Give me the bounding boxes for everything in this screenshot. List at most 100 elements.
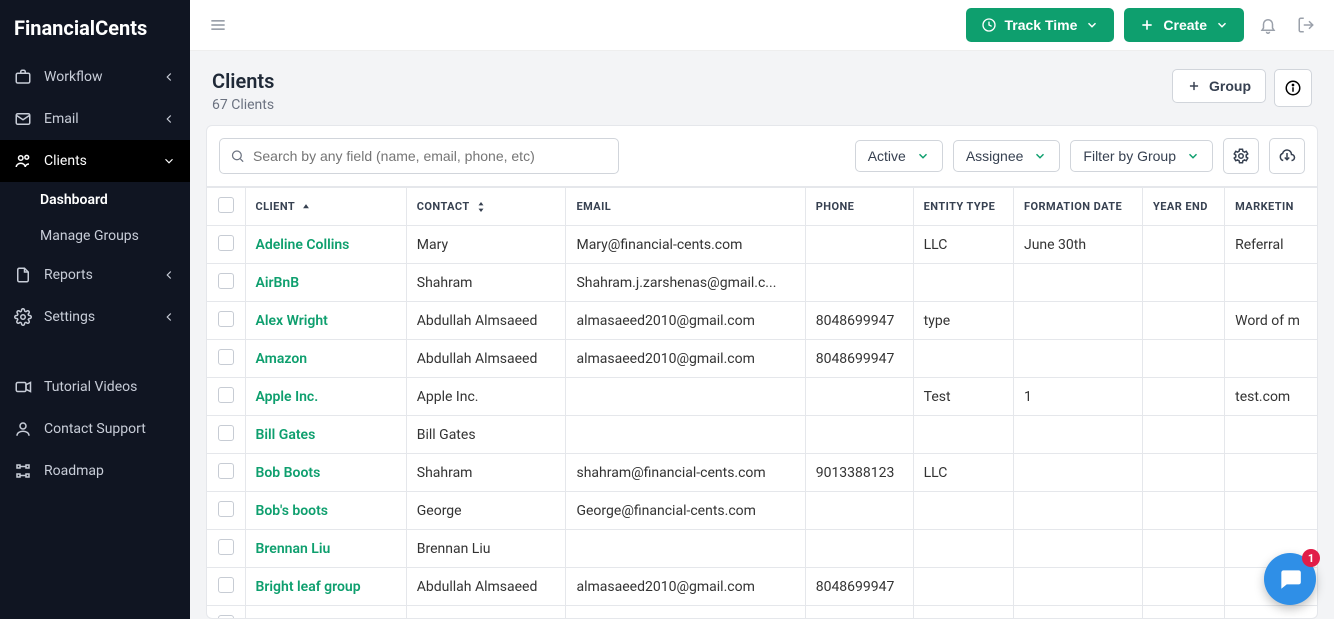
cell-entity-type — [913, 416, 1013, 454]
table-row: Brennan LiuBrennan Liu — [207, 530, 1317, 568]
th-year-end[interactable]: YEAR END — [1143, 188, 1225, 226]
sidebar-item-contact-support[interactable]: Contact Support — [0, 408, 190, 450]
search-icon — [230, 148, 245, 164]
filter-label: Filter by Group — [1083, 148, 1176, 164]
row-checkbox[interactable] — [218, 235, 234, 251]
columns-settings-button[interactable] — [1223, 138, 1259, 174]
client-link[interactable]: Apple Inc. — [256, 389, 319, 405]
cell-entity-type — [913, 568, 1013, 606]
client-link[interactable]: Amazon — [256, 351, 308, 367]
row-checkbox[interactable] — [218, 615, 234, 618]
cell-formation-date: 1 — [1013, 378, 1142, 416]
row-checkbox[interactable] — [218, 425, 234, 441]
table-row: Campbell Daily work Campbell Daily work — [207, 606, 1317, 618]
table-row: Bob BootsShahramshahram@financial-cents.… — [207, 454, 1317, 492]
sidebar-item-workflow[interactable]: Workflow — [0, 56, 190, 98]
client-link[interactable]: Brennan Liu — [256, 541, 331, 557]
th-entity-type[interactable]: ENTITY TYPE — [913, 188, 1013, 226]
th-phone[interactable]: PHONE — [805, 188, 913, 226]
sidebar-item-label: Email — [44, 111, 150, 127]
sidebar-item-roadmap[interactable]: Roadmap — [0, 450, 190, 492]
select-all-checkbox[interactable] — [218, 197, 234, 213]
sidebar-item-reports[interactable]: Reports — [0, 254, 190, 296]
sidebar-item-tutorial-videos[interactable]: Tutorial Videos — [0, 366, 190, 408]
chevron-left-icon — [162, 310, 176, 324]
status-filter[interactable]: Active — [855, 140, 943, 172]
cell-marketing — [1225, 416, 1317, 454]
row-checkbox[interactable] — [218, 311, 234, 327]
sidebar-subitem-dashboard[interactable]: Dashboard — [0, 182, 190, 218]
search-box[interactable] — [219, 138, 619, 174]
row-checkbox[interactable] — [218, 387, 234, 403]
cell-entity-type: type — [913, 302, 1013, 340]
search-input[interactable] — [253, 148, 608, 164]
row-checkbox[interactable] — [218, 501, 234, 517]
cell-year-end — [1143, 454, 1225, 492]
group-filter[interactable]: Filter by Group — [1070, 140, 1213, 172]
cell-contact: George — [406, 492, 566, 530]
cell-contact: Campbell Daily work — [406, 606, 566, 618]
sidebar-item-email[interactable]: Email — [0, 98, 190, 140]
chevron-down-icon — [162, 154, 176, 168]
client-link[interactable]: Bright leaf group — [256, 579, 361, 595]
cell-contact: Mary — [406, 226, 566, 264]
client-link[interactable]: AirBnB — [256, 275, 300, 291]
th-email[interactable]: EMAIL — [566, 188, 805, 226]
logout-button[interactable] — [1292, 11, 1320, 39]
cell-entity-type — [913, 606, 1013, 618]
client-link[interactable]: Alex Wright — [256, 313, 328, 329]
row-checkbox[interactable] — [218, 273, 234, 289]
sidebar-item-settings[interactable]: Settings — [0, 296, 190, 338]
chevron-down-icon — [1033, 149, 1047, 163]
cell-formation-date — [1013, 492, 1142, 530]
client-link[interactable]: Bill Gates — [256, 427, 316, 443]
cell-email: almasaeed2010@gmail.com — [566, 568, 805, 606]
row-checkbox[interactable] — [218, 577, 234, 593]
notifications-button[interactable] — [1254, 11, 1282, 39]
chat-widget[interactable]: 1 — [1264, 553, 1316, 605]
cell-marketing — [1225, 492, 1317, 530]
sidebar-item-clients[interactable]: Clients — [0, 140, 190, 182]
info-button[interactable] — [1274, 69, 1312, 107]
cell-email — [566, 606, 805, 618]
row-checkbox[interactable] — [218, 539, 234, 555]
chevron-left-icon — [162, 70, 176, 84]
row-checkbox[interactable] — [218, 349, 234, 365]
hamburger-button[interactable] — [204, 11, 232, 39]
client-link[interactable]: Adeline Collins — [256, 237, 350, 253]
th-formation-date[interactable]: FORMATION DATE — [1013, 188, 1142, 226]
sidebar-item-label: Reports — [44, 267, 150, 283]
cell-marketing — [1225, 264, 1317, 302]
sidebar-item-label: Roadmap — [44, 463, 176, 479]
cell-phone — [805, 264, 913, 302]
cell-marketing — [1225, 454, 1317, 492]
cell-formation-date: June 30th — [1013, 226, 1142, 264]
cloud-download-icon — [1278, 147, 1296, 165]
chevron-left-icon — [162, 112, 176, 126]
group-button[interactable]: Group — [1172, 69, 1266, 103]
create-button[interactable]: Create — [1124, 8, 1244, 42]
client-link[interactable]: Bob's boots — [256, 503, 329, 519]
menu-icon — [208, 15, 228, 35]
page-header: Clients 67 Clients Group — [190, 51, 1334, 125]
client-link[interactable]: Bob Boots — [256, 465, 321, 481]
chevron-down-icon — [1215, 18, 1229, 32]
table-scroll[interactable]: CLIENT CONTACT EMAIL PHONE ENTITY TYPE F… — [207, 187, 1317, 618]
cell-marketing — [1225, 340, 1317, 378]
cell-entity-type — [913, 340, 1013, 378]
sidebar-item-label: Contact Support — [44, 421, 176, 437]
export-button[interactable] — [1269, 138, 1305, 174]
assignee-filter[interactable]: Assignee — [953, 140, 1061, 172]
cell-phone: 8048699947 — [805, 302, 913, 340]
th-client[interactable]: CLIENT — [245, 188, 406, 226]
row-checkbox[interactable] — [218, 463, 234, 479]
cell-phone — [805, 606, 913, 618]
table-row: Adeline CollinsMaryMary@financial-cents.… — [207, 226, 1317, 264]
client-link[interactable]: Campbell Daily work — [256, 617, 384, 618]
th-contact[interactable]: CONTACT — [406, 188, 566, 226]
sidebar-subitem-manage-groups[interactable]: Manage Groups — [0, 218, 190, 254]
th-marketing[interactable]: MARKETIN — [1225, 188, 1317, 226]
cell-formation-date — [1013, 264, 1142, 302]
track-time-button[interactable]: Track Time — [966, 8, 1115, 42]
chat-badge: 1 — [1302, 549, 1320, 567]
